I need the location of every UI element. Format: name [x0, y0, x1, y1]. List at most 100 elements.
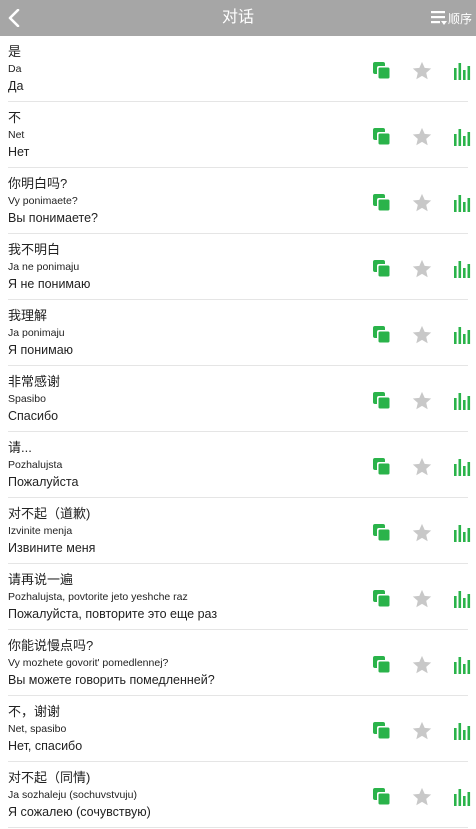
phrase-texts: 是 Da Да	[8, 44, 23, 94]
favorite-button[interactable]	[411, 786, 433, 808]
star-icon	[412, 457, 432, 476]
copy-button[interactable]	[371, 654, 393, 676]
stats-button[interactable]	[451, 60, 473, 82]
star-icon	[412, 61, 432, 80]
chinese-text: 请再说一遍	[8, 572, 74, 587]
phrase-row[interactable]: 不，谢谢 Net, spasibo Нет, спасибо	[8, 696, 471, 762]
phrase-row[interactable]: 对不起（同情) Ja sozhaleju (sochuvstvuju) Я со…	[8, 762, 471, 828]
copy-button[interactable]	[371, 720, 393, 742]
russian-text: Да	[8, 79, 24, 93]
favorite-button[interactable]	[411, 324, 433, 346]
transliteration-text: Pozhalujsta, povtorite jeto yeshche raz	[8, 591, 188, 603]
favorite-button[interactable]	[411, 258, 433, 280]
stats-button[interactable]	[451, 522, 473, 544]
bar-chart-icon	[454, 393, 471, 410]
bar-chart-icon	[454, 63, 471, 80]
favorite-button[interactable]	[411, 654, 433, 676]
transliteration-text: Ja sozhaleju (sochuvstvuju)	[8, 789, 137, 801]
stats-button[interactable]	[451, 390, 473, 412]
copy-button[interactable]	[371, 126, 393, 148]
favorite-button[interactable]	[411, 390, 433, 412]
phrase-texts: 请... Pozhalujsta Пожалуйста	[8, 440, 78, 490]
favorite-button[interactable]	[411, 192, 433, 214]
favorite-button[interactable]	[411, 456, 433, 478]
order-button[interactable]: 顺序	[430, 6, 472, 30]
favorite-button[interactable]	[411, 720, 433, 742]
list-order-icon	[430, 11, 447, 25]
phrase-row[interactable]: 不 Net Нет	[8, 102, 471, 168]
phrase-row[interactable]: 我理解 Ja ponimaju Я понимаю	[8, 300, 471, 366]
page-title: 对话	[221, 9, 254, 26]
star-icon	[412, 523, 432, 542]
copy-button[interactable]	[371, 522, 393, 544]
phrase-texts: 不，谢谢 Net, spasibo Нет, спасибо	[8, 704, 82, 754]
transliteration-text: Ja ne ponimaju	[8, 261, 80, 273]
bar-chart-icon	[454, 129, 471, 146]
copy-icon	[373, 788, 390, 805]
transliteration-text: Izvinite menja	[8, 525, 73, 537]
stats-button[interactable]	[451, 786, 473, 808]
transliteration-text: Pozhalujsta	[8, 459, 63, 471]
copy-button[interactable]	[371, 456, 393, 478]
star-icon	[412, 655, 432, 674]
transliteration-text: Vy ponimaete?	[8, 195, 78, 207]
phrase-texts: 不 Net Нет	[8, 110, 29, 160]
bar-chart-icon	[454, 789, 471, 806]
chinese-text: 你能说慢点吗?	[8, 638, 94, 653]
transliteration-text: Net	[8, 129, 25, 141]
stats-button[interactable]	[451, 324, 473, 346]
copy-button[interactable]	[371, 324, 393, 346]
russian-text: Спасибо	[8, 409, 59, 423]
star-icon	[412, 325, 432, 344]
copy-button[interactable]	[371, 390, 393, 412]
phrase-row[interactable]: 是 Da Да	[8, 36, 471, 102]
stats-button[interactable]	[451, 456, 473, 478]
star-icon	[412, 391, 432, 410]
phrase-row[interactable]: 你能说慢点吗? Vy mozhete govorit' pomedlennej?…	[8, 630, 471, 696]
phrase-texts: 你明白吗? Vy ponimaete? Вы понимаете?	[8, 176, 98, 226]
stats-button[interactable]	[451, 588, 473, 610]
phrase-row[interactable]: 非常感谢 Spasibo Спасибо	[8, 366, 471, 432]
phrase-texts: 对不起（道歉) Izvinite menja Извините меня	[8, 506, 95, 556]
star-icon	[412, 193, 432, 212]
russian-text: Вы можете говорить помедленней?	[8, 673, 215, 687]
phrase-texts: 非常感谢 Spasibo Спасибо	[8, 374, 60, 424]
order-label: 顺序	[447, 11, 472, 26]
favorite-button[interactable]	[411, 60, 433, 82]
copy-icon	[373, 62, 390, 79]
phrase-row[interactable]: 请再说一遍 Pozhalujsta, povtorite jeto yeshch…	[8, 564, 471, 630]
copy-icon	[373, 656, 390, 673]
copy-button[interactable]	[371, 192, 393, 214]
favorite-button[interactable]	[411, 588, 433, 610]
copy-icon	[373, 392, 390, 409]
copy-button[interactable]	[371, 786, 393, 808]
phrase-row[interactable]: 对不起（道歉) Izvinite menja Извините меня	[8, 498, 471, 564]
chinese-text: 你明白吗?	[8, 176, 68, 191]
stats-button[interactable]	[451, 126, 473, 148]
stats-button[interactable]	[451, 258, 473, 280]
phrase-row[interactable]: 请... Pozhalujsta Пожалуйста	[8, 432, 471, 498]
copy-icon	[373, 524, 390, 541]
star-icon	[412, 259, 432, 278]
star-icon	[412, 721, 432, 740]
russian-text: Пожалуйста, повторите это еще раз	[8, 607, 218, 621]
phrase-row[interactable]: 我不明白 Ja ne ponimaju Я не понимаю	[8, 234, 471, 300]
copy-button[interactable]	[371, 588, 393, 610]
chinese-text: 我理解	[8, 308, 48, 323]
phrase-row[interactable]: 你明白吗? Vy ponimaete? Вы понимаете?	[8, 168, 471, 234]
stats-button[interactable]	[451, 720, 473, 742]
star-icon	[412, 787, 432, 806]
favorite-button[interactable]	[411, 126, 433, 148]
stats-button[interactable]	[451, 654, 473, 676]
copy-button[interactable]	[371, 258, 393, 280]
phrase-texts: 你能说慢点吗? Vy mozhete govorit' pomedlennej?…	[8, 638, 215, 688]
chinese-text: 对不起（道歉)	[8, 506, 91, 521]
russian-text: Извините меня	[8, 541, 96, 555]
favorite-button[interactable]	[411, 522, 433, 544]
bar-chart-icon	[454, 327, 471, 344]
russian-text: Я сожалею (сочувствую)	[8, 805, 151, 819]
copy-icon	[373, 326, 390, 343]
stats-button[interactable]	[451, 192, 473, 214]
russian-text: Вы понимаете?	[8, 211, 98, 225]
copy-button[interactable]	[371, 60, 393, 82]
